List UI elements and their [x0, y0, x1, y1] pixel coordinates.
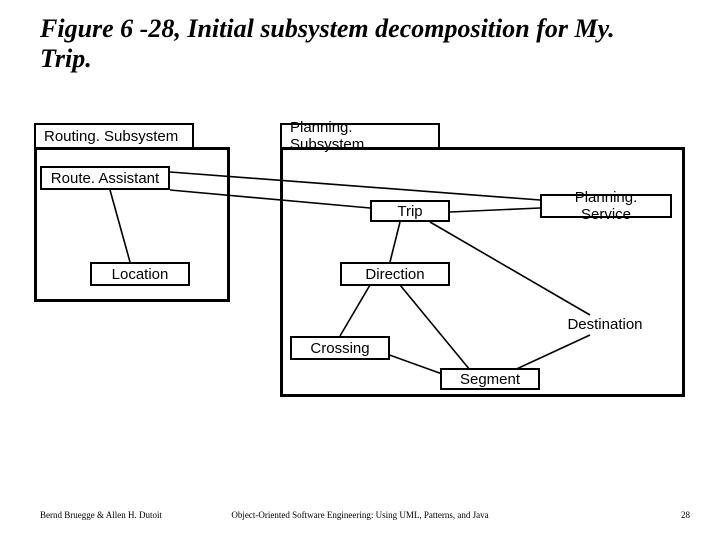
route-assistant-class: Route. Assistant [40, 166, 170, 190]
direction-label: Direction [365, 266, 424, 283]
segment-label: Segment [460, 371, 520, 388]
crossing-label: Crossing [310, 340, 369, 357]
page-number: 28 [681, 510, 690, 520]
routing-subsystem-label: Routing. Subsystem [44, 128, 178, 145]
crossing-class: Crossing [290, 336, 390, 360]
destination-class: Destination [550, 313, 660, 335]
segment-class: Segment [440, 368, 540, 390]
trip-label: Trip [397, 203, 422, 220]
routing-subsystem-tab: Routing. Subsystem [34, 123, 194, 147]
direction-class: Direction [340, 262, 450, 286]
trip-class: Trip [370, 200, 450, 222]
footer-book-title: Object-Oriented Software Engineering: Us… [0, 510, 720, 520]
figure-title: Figure 6 -28, Initial subsystem decompos… [40, 14, 660, 74]
location-class: Location [90, 262, 190, 286]
planning-subsystem-tab: Planning. Subsystem [280, 123, 440, 147]
route-assistant-label: Route. Assistant [51, 170, 159, 187]
location-label: Location [112, 266, 169, 283]
slide: Figure 6 -28, Initial subsystem decompos… [0, 0, 720, 540]
planning-service-class: Planning. Service [540, 194, 672, 218]
destination-label: Destination [567, 316, 642, 333]
planning-service-label: Planning. Service [548, 189, 664, 223]
